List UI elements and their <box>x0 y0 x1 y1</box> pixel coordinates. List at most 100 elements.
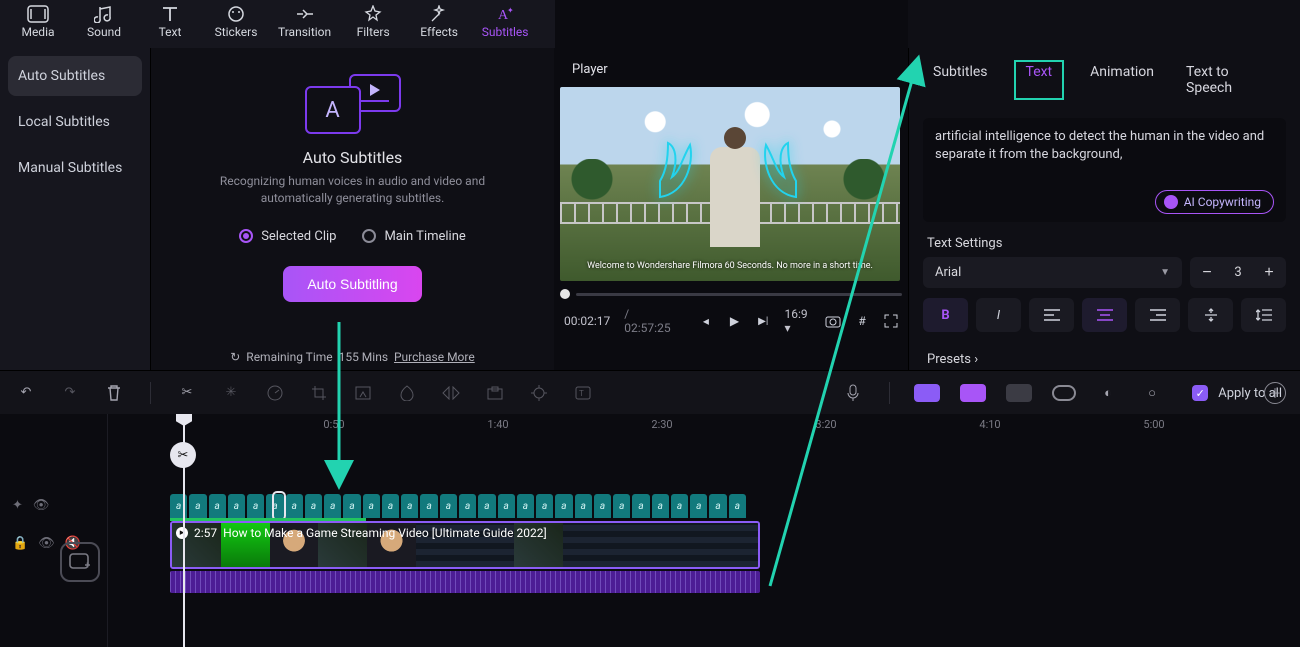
size-decrease-button[interactable]: − <box>1196 264 1218 282</box>
aspect-ratio-selector[interactable]: 16:9 ▾ <box>785 307 811 335</box>
selected-subtitle-segment[interactable] <box>272 491 286 521</box>
subtitle-segment[interactable]: a <box>594 494 611 518</box>
subtitle-segment[interactable]: a <box>247 494 264 518</box>
auto-subtitling-button[interactable]: Auto Subtitling <box>283 266 421 302</box>
subtitle-segment[interactable]: a <box>286 494 303 518</box>
redo-button[interactable]: ↷ <box>58 381 82 405</box>
subtitle-segment[interactable]: a <box>536 494 553 518</box>
subtitle-segment[interactable]: a <box>517 494 534 518</box>
subtitle-segment[interactable]: a <box>613 494 630 518</box>
undo-button[interactable]: ↶ <box>14 381 38 405</box>
main-tab-effects[interactable]: Effects <box>415 5 463 39</box>
bold-button[interactable]: B <box>923 298 968 332</box>
main-tab-filters[interactable]: Filters <box>349 5 397 39</box>
subtitle-segment[interactable]: a <box>305 494 322 518</box>
mirror-button[interactable] <box>439 381 463 405</box>
line-spacing-button[interactable] <box>1241 298 1286 332</box>
track-header-effect[interactable]: ✦ 👁 <box>0 486 107 524</box>
seek-handle[interactable] <box>560 289 570 299</box>
timeline-ruler[interactable]: 0:50 1:40 2:30 3:20 4:10 5:00 <box>108 414 1300 438</box>
tool-icon-3[interactable] <box>483 381 507 405</box>
snapshot-button[interactable] <box>825 312 841 330</box>
inspector-tab-animation[interactable]: Animation <box>1084 60 1160 100</box>
sidebar-item-local-subtitles[interactable]: Local Subtitles <box>8 102 142 142</box>
speed-button[interactable] <box>263 381 287 405</box>
main-tab-subtitles[interactable]: A✦ Subtitles <box>481 5 529 39</box>
vertical-align-button[interactable] <box>1188 298 1233 332</box>
playhead-split-badge[interactable]: ✂ <box>170 442 196 468</box>
subtitle-segment[interactable]: a <box>420 494 437 518</box>
lock-icon[interactable]: 🔒 <box>12 536 28 551</box>
eye-icon[interactable]: 👁 <box>38 536 55 551</box>
main-tab-media[interactable]: Media <box>14 5 62 39</box>
main-tab-sound[interactable]: Sound <box>80 5 128 39</box>
video-clip[interactable]: ▸ 2:57 How to Make a Game Streaming Vide… <box>170 521 760 569</box>
subtitle-text-editor[interactable]: artificial intelligence to detect the hu… <box>923 118 1286 222</box>
main-tab-transition[interactable]: Transition <box>278 5 331 39</box>
video-preview[interactable]: Welcome to Wondershare Filmora 60 Second… <box>560 87 900 281</box>
toggle-2[interactable]: ○ <box>1140 381 1164 405</box>
subtitle-segment[interactable]: a <box>575 494 592 518</box>
tool-icon-2[interactable] <box>351 381 375 405</box>
subtitle-segment[interactable]: a <box>478 494 495 518</box>
align-left-button[interactable] <box>1029 298 1074 332</box>
timeline-tracks[interactable]: 0:50 1:40 2:30 3:20 4:10 5:00 ✂ a a a a … <box>108 414 1300 647</box>
subtitle-segment[interactable]: a <box>440 494 457 518</box>
fullscreen-button[interactable] <box>883 312 898 330</box>
main-tab-text[interactable]: Text <box>146 5 194 39</box>
subtitle-segment[interactable]: a <box>363 494 380 518</box>
marker-style-2[interactable] <box>960 384 986 402</box>
subtitle-segment[interactable]: a <box>343 494 360 518</box>
crop-button[interactable] <box>307 381 331 405</box>
italic-button[interactable]: I <box>976 298 1021 332</box>
marker-style-4[interactable] <box>1052 385 1076 401</box>
delete-button[interactable] <box>102 381 126 405</box>
split-button[interactable]: ✂ <box>175 381 199 405</box>
toggle-1[interactable]: ◐ <box>1096 381 1120 405</box>
sidebar-item-auto-subtitles[interactable]: Auto Subtitles <box>8 56 142 96</box>
subtitle-track[interactable]: a a a a a a a a a a a a a a a a a a a a … <box>170 494 746 518</box>
subtitle-segment[interactable]: a <box>632 494 649 518</box>
font-family-select[interactable]: Arial ▼ <box>923 257 1182 288</box>
presets-section[interactable]: Presets › <box>909 342 1300 377</box>
subtitle-segment[interactable]: a <box>459 494 476 518</box>
play-button[interactable]: ▶ <box>727 312 742 330</box>
radio-selected-clip[interactable]: Selected Clip <box>239 229 336 244</box>
grid-button[interactable]: # <box>855 312 870 330</box>
refresh-icon[interactable]: ↻ <box>230 350 240 364</box>
subtitle-segment[interactable]: a <box>401 494 418 518</box>
seek-bar[interactable] <box>560 289 902 299</box>
subtitle-segment[interactable]: a <box>324 494 341 518</box>
marker-style-1[interactable] <box>914 384 940 402</box>
eye-icon[interactable]: 👁 <box>33 498 50 513</box>
size-increase-button[interactable]: + <box>1258 264 1280 282</box>
align-center-button[interactable] <box>1082 298 1127 332</box>
subtitle-segment[interactable]: a <box>729 494 746 518</box>
tool-icon-4[interactable]: T <box>571 381 595 405</box>
subtitle-segment[interactable]: a <box>709 494 726 518</box>
subtitle-segment[interactable]: a <box>671 494 688 518</box>
add-media-button[interactable] <box>60 542 100 582</box>
voiceover-button[interactable] <box>841 381 865 405</box>
align-right-button[interactable] <box>1135 298 1180 332</box>
color-button[interactable] <box>395 381 419 405</box>
sidebar-item-manual-subtitles[interactable]: Manual Subtitles <box>8 148 142 188</box>
purchase-more-link[interactable]: Purchase More <box>394 350 475 364</box>
marker-style-3[interactable] <box>1006 384 1032 402</box>
apply-to-all-checkbox[interactable]: ✓ <box>1192 385 1208 401</box>
subtitle-segment[interactable]: a <box>652 494 669 518</box>
subtitle-segment[interactable]: a <box>690 494 707 518</box>
subtitle-segment[interactable]: a <box>189 494 206 518</box>
zoom-in-button[interactable]: ＋ <box>1264 382 1286 404</box>
main-tab-stickers[interactable]: Stickers <box>212 5 260 39</box>
font-size-stepper[interactable]: − 3 + <box>1190 257 1286 288</box>
prev-frame-button[interactable]: ◂ <box>699 312 714 330</box>
ai-copywriting-button[interactable]: AI Copywriting <box>1155 190 1274 214</box>
next-frame-button[interactable]: ▶| <box>756 312 771 330</box>
subtitle-segment[interactable]: a <box>228 494 245 518</box>
motion-tracking-button[interactable] <box>527 381 551 405</box>
subtitle-segment[interactable]: a <box>209 494 226 518</box>
subtitle-segment[interactable]: a <box>498 494 515 518</box>
tool-icon-1[interactable]: ✳ <box>219 381 243 405</box>
subtitle-segment[interactable]: a <box>555 494 572 518</box>
